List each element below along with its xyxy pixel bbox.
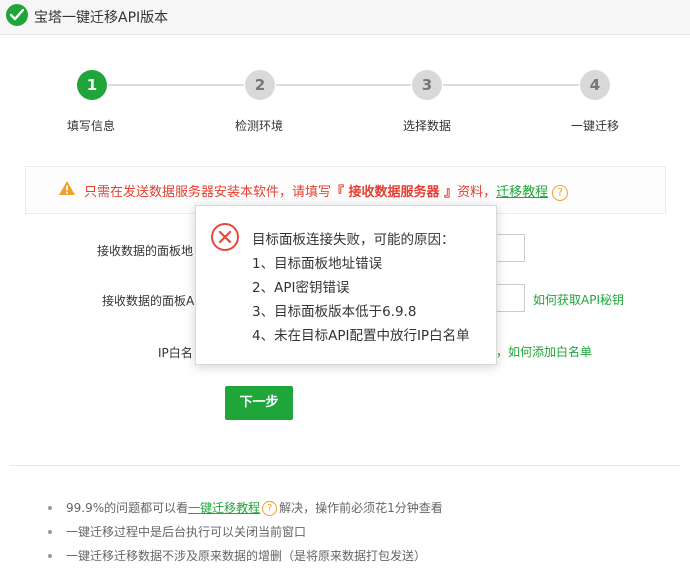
- error-x-circle-icon: [210, 222, 240, 256]
- tips-list: 99.9%的问题都可以看一键迁移教程? 解决，操作前必须花1分钟查看 一键迁移过程…: [34, 496, 443, 568]
- panel-address-label: 接收数据的面板地: [97, 244, 194, 258]
- step-connector-3-4: [443, 84, 579, 86]
- question-circle-icon[interactable]: ?: [262, 501, 278, 516]
- tip-item: 99.9%的问题都可以看一键迁移教程? 解决，操作前必须花1分钟查看: [34, 496, 443, 520]
- get-api-key-link[interactable]: 如何获取API秘钥: [533, 291, 624, 308]
- warning-text-before: 只需在发送数据服务器安装本软件，请填写: [84, 185, 332, 200]
- error-reason: 4、未在目标API配置中放行IP白名单: [252, 328, 470, 344]
- migration-tutorial-link-2[interactable]: 一键迁移教程: [188, 501, 260, 515]
- warning-triangle-icon: [58, 180, 76, 200]
- dialog-title: 宝塔一键迁移API版本: [34, 10, 169, 26]
- step-2-label: 检测环境: [235, 119, 284, 133]
- add-whitelist-link[interactable]: ，如何添加白名单: [496, 343, 592, 360]
- check-circle-icon: [6, 4, 28, 26]
- step-3-label: 选择数据: [403, 119, 452, 133]
- question-circle-icon[interactable]: ?: [552, 184, 569, 201]
- step-2-circle: 2: [245, 70, 275, 100]
- error-reason: 1、目标面板地址错误: [252, 256, 383, 272]
- error-reason: 3、目标面板版本低于6.9.8: [252, 304, 417, 320]
- tip-item: 一键迁移迁移数据不涉及原来数据的增删（是将原来数据打包发送）: [34, 544, 443, 568]
- step-3-circle: 3: [412, 70, 442, 100]
- step-1-circle: 1: [77, 70, 107, 100]
- next-step-button[interactable]: 下一步: [225, 386, 293, 420]
- ip-whitelist-label: IP白名: [158, 346, 193, 360]
- step-4-circle: 4: [580, 70, 610, 100]
- warning-text: 只需在发送数据服务器安装本软件，请填写『 接收数据服务器 』资料，迁移教程?: [84, 181, 569, 201]
- tip-1-after: 解决，操作前必须花1分钟查看: [279, 501, 443, 515]
- error-title: 目标面板连接失败，可能的原因：: [252, 232, 455, 248]
- tip-item: 一键迁移过程中是后台执行可以关闭当前窗口: [34, 520, 443, 544]
- tip-1-before: 99.9%的问题都可以看: [66, 501, 189, 515]
- error-reason: 2、API密钥错误: [252, 280, 350, 296]
- step-1-label: 填写信息: [67, 119, 116, 133]
- warning-highlight: 『 接收数据服务器 』: [331, 185, 458, 200]
- migration-tutorial-link[interactable]: 迁移教程: [496, 185, 548, 200]
- warning-text-after: 资料，: [457, 185, 497, 200]
- step-connector-1-2: [108, 84, 244, 86]
- api-key-label: 接收数据的面板A: [102, 294, 195, 308]
- dialog-title-bar: 宝塔一键迁移API版本: [0, 0, 690, 35]
- divider: [10, 465, 680, 466]
- step-connector-2-3: [276, 84, 411, 86]
- step-4-label: 一键迁移: [571, 119, 620, 133]
- error-popup: 目标面板连接失败，可能的原因： 1、目标面板地址错误 2、API密钥错误 3、目…: [195, 205, 497, 365]
